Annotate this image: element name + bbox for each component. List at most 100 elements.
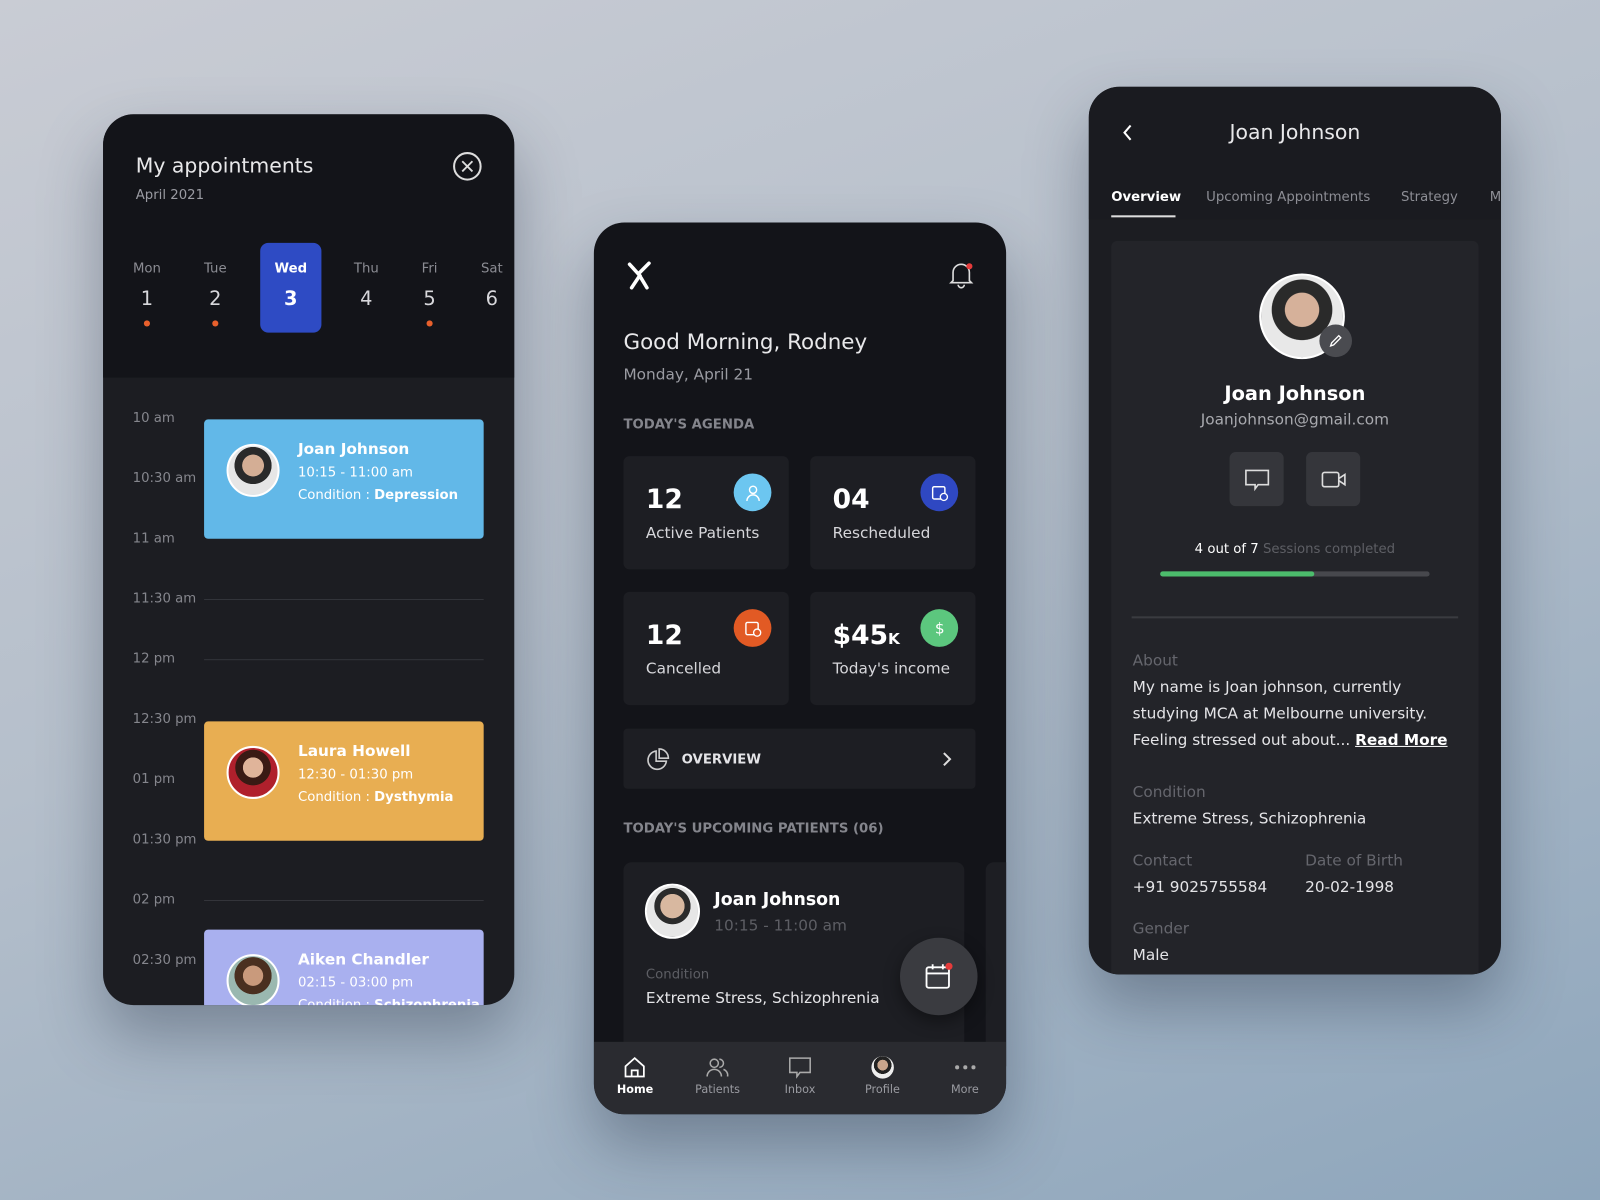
- nav-patients[interactable]: Patients: [676, 1042, 758, 1114]
- patient-name: Aiken Chandler: [297, 949, 429, 969]
- read-more-link[interactable]: Read More: [1355, 731, 1447, 749]
- sessions-count: 4 out of 7: [1194, 541, 1259, 558]
- edit-avatar-button[interactable]: [1319, 324, 1353, 358]
- nav-home[interactable]: Home: [594, 1042, 676, 1114]
- time-label: 02:30 pm: [132, 952, 197, 968]
- date-label: Monday, April 21: [623, 365, 753, 384]
- tab-more[interactable]: M: [1490, 190, 1501, 205]
- time-label: 11 am: [132, 531, 175, 547]
- day-number: 2: [209, 287, 222, 311]
- patient-name: Laura Howell: [297, 741, 411, 761]
- gender-value: Male: [1132, 945, 1169, 965]
- sessions-label: Sessions completed: [1258, 541, 1396, 558]
- avatar: [226, 954, 280, 1006]
- calendar-cancel-icon: [733, 609, 772, 647]
- stat-number: 12: [645, 620, 683, 652]
- appointment-card[interactable]: Aiken Chandler 02:15 - 03:00 pm Conditio…: [204, 929, 484, 1006]
- condition-label: Condition: [1132, 782, 1206, 802]
- day-number: 5: [423, 287, 436, 311]
- day-label: Fri: [421, 261, 438, 277]
- dollar-icon: $: [920, 609, 959, 647]
- divider: [204, 598, 484, 600]
- day-label: Wed: [274, 261, 308, 277]
- stat-value: $45K: [833, 620, 900, 651]
- gender-label: Gender: [1132, 919, 1190, 938]
- overview-button[interactable]: OVERVIEW: [623, 728, 976, 789]
- profile-name: Joan Johnson: [1224, 382, 1366, 406]
- schedule-fab[interactable]: [899, 937, 978, 1016]
- stat-number: 04: [832, 484, 870, 516]
- tab-overview[interactable]: Overview: [1111, 190, 1181, 205]
- nav-more[interactable]: More: [924, 1042, 1006, 1114]
- stat-value: 12: [646, 620, 683, 651]
- avatar: [644, 883, 700, 939]
- appointments-header: My appointments April 2021 Mon 1 Tue 2 W…: [103, 114, 515, 378]
- calendar-clock-icon: [920, 473, 959, 512]
- day-mon[interactable]: Mon 1: [116, 243, 177, 333]
- video-call-button[interactable]: [1306, 452, 1361, 507]
- message-button[interactable]: [1229, 452, 1284, 507]
- close-button[interactable]: [453, 152, 482, 181]
- appointment-condition: Condition : Schizophrenia: [298, 998, 480, 1005]
- appointment-time: 12:30 - 01:30 pm: [297, 767, 414, 783]
- appointment-time: 10:15 - 11:00 am: [297, 465, 413, 481]
- condition-value: Dysthymia: [374, 789, 454, 806]
- appointment-card[interactable]: Joan Johnson 10:15 - 11:00 am Condition …: [204, 419, 484, 539]
- dob-value: 20-02-1998: [1305, 877, 1395, 896]
- stat-card[interactable]: 04 Rescheduled: [810, 456, 976, 570]
- next-patient-card[interactable]: [985, 862, 1007, 1067]
- stat-number: 12: [645, 484, 683, 516]
- day-label: Sat: [480, 261, 503, 277]
- nav-label: Profile: [864, 1082, 900, 1096]
- close-icon: [461, 160, 474, 173]
- nav-label: Inbox: [784, 1082, 816, 1096]
- time-label: 11:30 am: [132, 591, 197, 607]
- day-number: 4: [360, 287, 373, 311]
- avatar: [226, 745, 280, 799]
- sessions-text: 4 out of 7 Sessions completed: [1111, 542, 1478, 557]
- day-wed[interactable]: Wed 3: [260, 242, 322, 333]
- bell-icon: [949, 263, 974, 289]
- stat-card[interactable]: 12 Active Patients: [623, 456, 789, 570]
- profile-email: Joanjohnson@gmail.com: [1200, 410, 1390, 429]
- calendar-icon: [925, 962, 953, 989]
- section-title: TODAY'S UPCOMING PATIENTS (06): [623, 821, 884, 837]
- appointment-condition: Condition : Depression: [298, 488, 458, 503]
- time-label: 02 pm: [132, 892, 176, 908]
- appointment-card[interactable]: Laura Howell 12:30 - 01:30 pm Condition …: [204, 721, 484, 841]
- day-tue[interactable]: Tue 2: [185, 243, 246, 333]
- logo-icon: [627, 261, 651, 290]
- stat-card[interactable]: 12 Cancelled: [623, 591, 789, 706]
- about-text: studying MCA at Melbourne university.: [1132, 704, 1428, 723]
- stat-card[interactable]: $45K Today's income $: [810, 591, 976, 706]
- day-thu[interactable]: Thu 4: [336, 243, 397, 333]
- nav-inbox[interactable]: Inbox: [759, 1042, 841, 1114]
- day-sat[interactable]: Sat 6: [461, 243, 514, 333]
- sessions-progress-fill: [1160, 571, 1315, 577]
- contact-label: Contact: [1132, 851, 1193, 870]
- appointment-time: 02:15 - 03:00 pm: [297, 975, 414, 991]
- time-label: 10:30 am: [132, 470, 197, 487]
- nav-profile[interactable]: Profile: [841, 1042, 923, 1114]
- stat-label: Today's income: [832, 659, 951, 678]
- day-fri[interactable]: Fri 5: [399, 243, 460, 333]
- notifications-button[interactable]: [947, 260, 976, 293]
- tab-strategy[interactable]: Strategy: [1401, 190, 1458, 205]
- tab-upcoming-appointments[interactable]: Upcoming Appointments: [1206, 190, 1370, 205]
- time-label: 10 am: [132, 410, 175, 427]
- day-number: 6: [485, 287, 499, 311]
- divider: [204, 659, 484, 661]
- more-icon: [954, 1065, 976, 1070]
- condition-label: Condition :: [297, 789, 375, 806]
- day-number: 3: [284, 287, 298, 311]
- overview-label: OVERVIEW: [681, 752, 761, 768]
- home-icon: [625, 1056, 646, 1078]
- stat-number: $45: [832, 620, 889, 652]
- user-icon: [733, 473, 772, 512]
- event-dot: [426, 320, 433, 327]
- sessions-progress-bar: [1160, 571, 1430, 577]
- condition-label: Condition: [645, 967, 710, 983]
- profile-panel: Joan Johnson Overview Upcoming Appointme…: [1088, 86, 1502, 975]
- svg-text:$: $: [934, 619, 944, 637]
- chat-icon: [789, 1057, 811, 1079]
